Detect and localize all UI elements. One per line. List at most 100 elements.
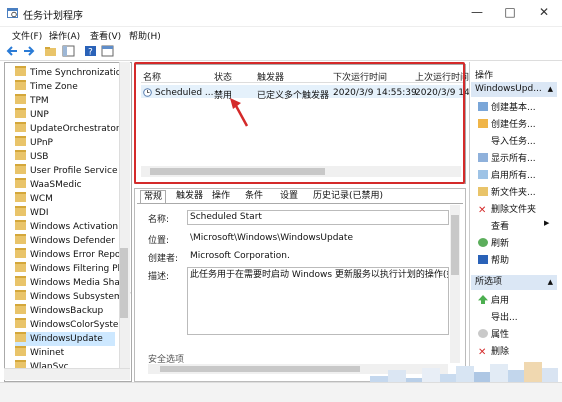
tree-item[interactable]: WCM (15, 192, 53, 206)
minimize-button[interactable]: — (470, 5, 484, 19)
tree-item[interactable]: WDI (15, 206, 48, 220)
svg-text:?: ? (88, 48, 93, 58)
menu-bar (0, 26, 562, 42)
description-label: 描述: (148, 272, 170, 282)
red-arrow-annotation (230, 98, 249, 127)
tree-item[interactable]: Windows Defender (15, 234, 115, 248)
show-running-icon (478, 153, 488, 162)
export-icon (478, 312, 488, 321)
action-create-task[interactable]: 创建任务... (478, 117, 536, 131)
detail-scroll-thumb[interactable] (451, 215, 459, 275)
folder-icon (15, 164, 26, 174)
new-folder-icon (478, 187, 488, 196)
tree-scroll-thumb[interactable] (120, 248, 128, 318)
create-basic-task-icon (478, 102, 488, 111)
name-field[interactable]: Scheduled Start (187, 210, 449, 225)
menu-view[interactable]: 查看(V) (90, 29, 121, 42)
tree-horizontal-scrollbar[interactable] (4, 368, 130, 380)
tree-item[interactable]: Windows Media Shari (15, 276, 126, 290)
maximize-button[interactable]: □ (503, 5, 517, 19)
folder-icon (15, 136, 26, 146)
tree-item[interactable]: WindowsColorSystem (15, 318, 127, 332)
tab-divider (137, 203, 463, 204)
actions-title: 操作 (475, 71, 494, 81)
task-scheduler-icon (7, 8, 18, 18)
tab-actions[interactable]: 操作 (209, 190, 233, 203)
action-create-basic-task[interactable]: 创建基本... (478, 100, 536, 114)
folder-icon (15, 332, 26, 342)
properties-icon[interactable] (101, 45, 114, 57)
tree-vertical-scrollbar[interactable] (119, 62, 130, 380)
action-show-all-running[interactable]: 显示所有... (478, 151, 536, 165)
enable-history-icon (478, 170, 488, 179)
properties-icon (478, 329, 488, 338)
action-help[interactable]: 帮助 (478, 253, 509, 267)
view-icon (478, 221, 488, 230)
pane-divider (469, 62, 470, 380)
action-delete[interactable]: ✕ 删除 (478, 344, 509, 358)
tree-item[interactable]: Time Zone (15, 80, 78, 94)
folder-up-icon[interactable] (44, 45, 57, 57)
name-label: 名称: (148, 215, 170, 225)
tree-item[interactable]: UNP (15, 108, 49, 122)
action-import-task[interactable]: 导入任务... (478, 134, 536, 148)
tab-triggers[interactable]: 触发器 (173, 190, 206, 203)
folder-icon (15, 150, 26, 160)
folder-icon (15, 318, 26, 328)
folder-icon (15, 80, 26, 90)
action-properties[interactable]: 属性 (478, 327, 509, 341)
tree-item-windowsupdate[interactable]: WindowsUpdate (15, 332, 115, 346)
description-field[interactable]: 此任务用于在需要时启动 Windows 更新服务以执行计划的操作(如扫 (187, 267, 449, 335)
show-hide-tree-icon[interactable] (62, 45, 75, 57)
tree-item[interactable]: TPM (15, 94, 49, 108)
action-delete-folder[interactable]: ✕ 删除文件夹 (478, 202, 536, 216)
folder-icon (15, 276, 26, 286)
actions-section-selected-item[interactable]: 所选项 ▲ (471, 275, 557, 290)
folder-icon (15, 304, 26, 314)
tree-item[interactable]: Wininet (15, 346, 64, 360)
detail-hscroll-thumb[interactable] (160, 366, 360, 372)
tree-item[interactable]: WaaSMedic (15, 178, 82, 192)
delete-icon: ✕ (478, 347, 487, 358)
author-label: 创建者: (148, 254, 179, 264)
tab-general[interactable]: 常规 (140, 190, 167, 204)
tree-item[interactable]: UpdateOrchestrator (15, 122, 120, 136)
delete-folder-icon: ✕ (478, 205, 487, 216)
tree-item[interactable]: WindowsBackup (15, 304, 103, 318)
action-new-folder[interactable]: 新文件夹... (478, 185, 536, 199)
actions-section-windowsupdate[interactable]: WindowsUpd... ▲ (471, 82, 557, 97)
tree-item[interactable]: Windows Error Repor (15, 248, 124, 262)
folder-icon (15, 206, 26, 216)
help-icon (478, 255, 488, 264)
tab-conditions[interactable]: 条件 (242, 190, 266, 203)
help-icon[interactable]: ? (84, 45, 97, 57)
tree-item[interactable]: USB (15, 150, 48, 164)
create-task-icon (478, 119, 488, 128)
folder-tree[interactable]: Time Synchronization Time Zone TPM UNP U… (4, 62, 132, 382)
close-button[interactable]: ✕ (537, 5, 551, 19)
tree-item[interactable]: User Profile Service (15, 164, 117, 178)
tree-item[interactable]: Windows Subsystem F (15, 290, 131, 304)
back-icon[interactable] (6, 45, 19, 57)
action-refresh[interactable]: 刷新 (478, 236, 509, 250)
action-export[interactable]: 导出... (478, 310, 518, 324)
action-enable-all-history[interactable]: 启用所有... (478, 168, 536, 182)
forward-icon[interactable] (22, 45, 35, 57)
folder-icon (15, 66, 26, 76)
author-value: Microsoft Corporation. (187, 249, 449, 264)
tree-item[interactable]: Windows Filtering Plat (15, 262, 129, 276)
tree-item[interactable]: Time Synchronization (15, 66, 127, 80)
action-enable[interactable]: 启用 (478, 293, 509, 307)
tab-settings[interactable]: 设置 (277, 190, 301, 203)
tree-item[interactable]: Windows Activation Te (15, 220, 130, 234)
collapse-arrow-icon: ▲ (547, 278, 553, 286)
folder-icon (15, 122, 26, 132)
folder-icon (15, 248, 26, 258)
tab-history[interactable]: 历史记录(已禁用) (310, 190, 386, 203)
action-view[interactable]: 查看 ▶ (478, 219, 549, 233)
menu-help[interactable]: 帮助(H) (129, 29, 161, 42)
enable-arrow-icon (478, 295, 488, 304)
menu-file[interactable]: 文件(F) (12, 29, 42, 42)
menu-action[interactable]: 操作(A) (49, 29, 80, 42)
tree-item[interactable]: UPnP (15, 136, 53, 150)
